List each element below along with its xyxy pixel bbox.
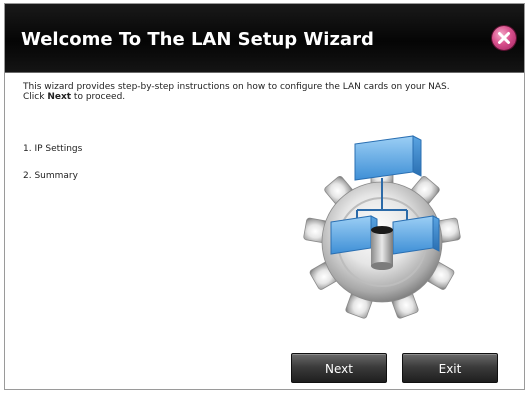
intro-line-2-prefix: Click [23, 92, 48, 102]
exit-button[interactable]: Exit [402, 353, 498, 383]
network-gear-icon [297, 130, 467, 320]
intro-line-2-suffix: to proceed. [71, 92, 126, 102]
intro-next-keyword: Next [47, 92, 72, 102]
lan-setup-wizard-dialog: Welcome To The LAN Setup Wizard This wiz… [4, 3, 525, 390]
intro-line-2: Click Next to proceed. [23, 92, 513, 102]
step-summary: 2. Summary [23, 171, 78, 181]
title-divider [5, 72, 524, 73]
step-ip-settings: 1. IP Settings [23, 144, 83, 154]
close-icon [498, 32, 510, 44]
next-button[interactable]: Next [291, 353, 387, 383]
intro-text: This wizard provides step-by-step instru… [23, 82, 513, 102]
dialog-titlebar: Welcome To The LAN Setup Wizard [5, 4, 524, 72]
dialog-title: Welcome To The LAN Setup Wizard [21, 29, 374, 50]
close-button[interactable] [492, 26, 516, 50]
intro-line-1: This wizard provides step-by-step instru… [23, 82, 450, 92]
